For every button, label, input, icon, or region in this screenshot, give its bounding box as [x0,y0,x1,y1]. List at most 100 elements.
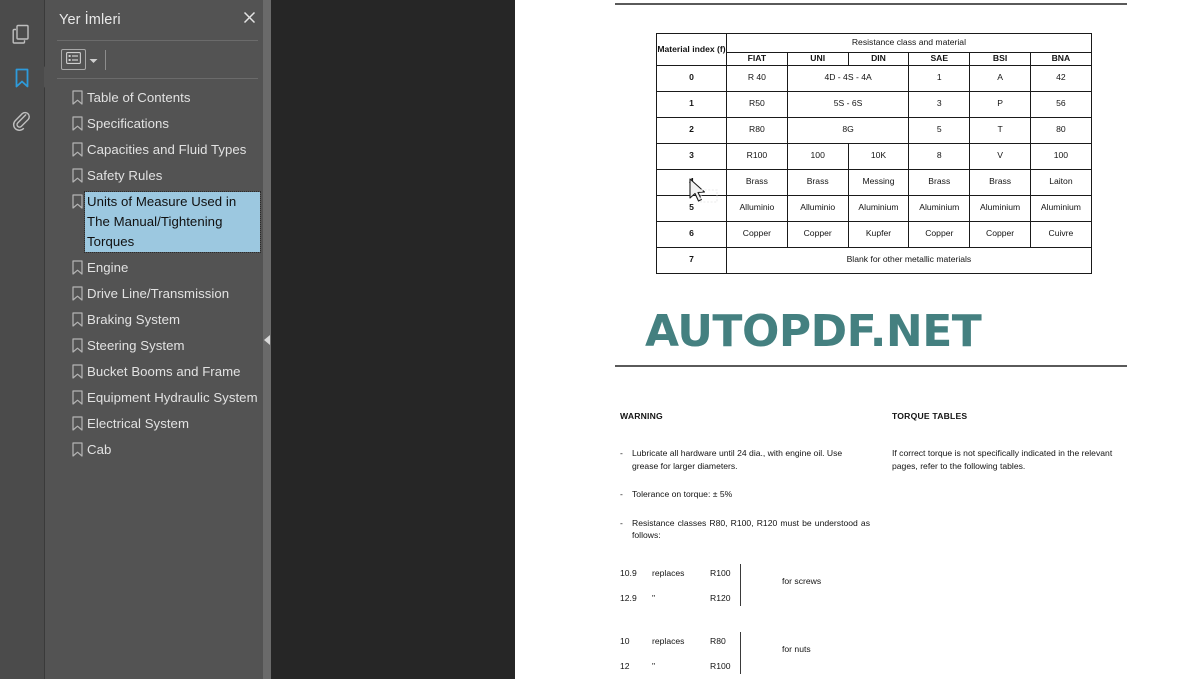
table-cell: Aluminium [969,194,1031,222]
replacement-target: R80 [710,635,726,646]
panel-collapse-handle[interactable] [263,0,271,679]
bookmark-item[interactable]: Steering System [45,333,270,359]
table-row-index: 5 [656,194,727,222]
table-cell: R80 [726,116,788,144]
table-index-header: Material index (f) [656,33,727,66]
bookmark-options-button[interactable] [61,49,86,70]
close-panel-button[interactable] [238,9,260,31]
bookmark-item-label: Safety Rules [87,168,163,183]
table-row-index: 4 [656,168,727,196]
bookmark-item-label: Bucket Booms and Frame [87,364,241,379]
table-cell: Copper [726,220,788,248]
bookmark-item[interactable]: Capacities and Fluid Types [45,137,270,163]
table-cell: 8G [786,116,910,144]
replacement-brace [740,564,741,606]
replacement-row: 12 " R100 [620,653,920,678]
bookmark-item-label: Equipment Hydraulic System [87,390,258,405]
table-row: 0R 40 4D - 4S - 4A 1 A 42 [656,64,1092,92]
bookmarks-panel: Yer İmleri Table of Contents Specificati… [45,0,270,679]
replacement-row: 10 replaces R80 [620,628,920,653]
table-cell: Messing [847,168,910,196]
table-column-header: SAE [908,52,971,66]
replacement-verb: " [652,592,656,603]
bookmark-item[interactable]: Bucket Booms and Frame [45,359,270,385]
watermark: AUTOPDF.NET [645,306,982,357]
table-cell: Kupfer [847,220,910,248]
bookmark-item-label: Table of Contents [87,90,191,105]
torque-heading: TORQUE TABLES [892,411,968,421]
bookmark-item[interactable]: Specifications [45,111,270,137]
list-options-icon [66,51,81,69]
bullet-text: Resistance classes R80, R100, R120 must … [632,517,870,541]
table-cell: Aluminium [847,194,910,222]
torque-tables-section: TORQUE TABLES If correct torque is not s… [892,410,1137,472]
bookmark-item-label: Braking System [87,312,181,327]
bookmark-icon [11,67,33,89]
replacement-verb: " [652,660,656,671]
table-cell: Copper [969,220,1031,248]
replacement-note: for nuts [782,644,811,654]
rail-item-page-thumbnails[interactable] [0,12,45,56]
table-row-index: 3 [656,142,727,170]
bookmark-item[interactable]: Braking System [45,307,270,333]
bookmark-item[interactable]: Engine [45,255,270,281]
bookmark-item-label: Electrical System [87,416,189,431]
table-row-index: 2 [656,116,727,144]
panel-title: Yer İmleri [59,12,121,28]
bookmark-item-icon [67,362,87,379]
table-cell: Aluminium [908,194,971,222]
table-row-index: 6 [656,220,727,248]
warning-heading: WARNING [620,411,663,421]
table-cell: 1 [908,64,971,92]
bookmark-item[interactable]: Electrical System [45,411,270,437]
toolbar-separator [105,49,106,70]
table-cell: P [969,90,1031,118]
table-row: 3 R100 100 10K 8 V 100 [656,142,1092,170]
table-cell: R 40 [726,64,788,92]
table-cell: R100 [726,142,788,170]
bookmark-item-icon [67,114,87,131]
bookmark-options-dropdown[interactable] [86,50,100,70]
table-cell: Brass [908,168,971,196]
navigation-rail [0,0,52,679]
table-cell: T [969,116,1031,144]
bookmark-item[interactable]: Cab [45,437,270,463]
table-row: 2 R80 8G 5 T 80 [656,116,1092,144]
bookmark-item-label: Capacities and Fluid Types [87,142,247,157]
replacement-row: 10.9 replaces R100 [620,560,920,585]
table-header-row-group: Material index (f) Resistance class and m… [656,33,1092,66]
bookmark-item-icon [67,440,87,457]
table-row-index: 7 [656,246,727,274]
replacement-class: 12 [620,660,630,671]
resistance-class-table: Material index (f) Resistance class and m… [656,33,1092,274]
table-cell: 100 [786,142,849,170]
table-cell: Aluminium [1029,194,1092,222]
pdf-reader-window: Yer İmleri Table of Contents Specificati… [0,0,1200,679]
rail-item-attachments[interactable] [0,100,45,144]
table-cell: Copper [786,220,849,248]
warning-section: WARNING - Lubricate all hardware until 24… [620,410,870,558]
close-icon [242,10,257,30]
replacement-class: 10 [620,635,630,646]
table-column-header: UNI [786,52,849,66]
page-header-rule [615,3,1127,5]
document-viewer[interactable]: Material index (f) Resistance class and m… [270,0,1200,679]
caret-left-icon [264,334,270,345]
bookmark-item[interactable]: Units of Measure Used in The Manual/Tigh… [45,189,270,255]
bookmark-item[interactable]: Drive Line/Transmission [45,281,270,307]
table-cell: Alluminio [786,194,849,222]
bookmark-item[interactable]: Equipment Hydraulic System [45,385,270,411]
table-column-header: DIN [847,52,910,66]
page-section-rule [615,365,1127,367]
table-cell: Copper [908,220,971,248]
table-row-index: 0 [656,64,727,92]
bookmark-item[interactable]: Table of Contents [45,85,270,111]
bullet-text: Lubricate all hardware until 24 dia., wi… [632,448,843,471]
replacement-target: R100 [710,567,731,578]
bookmark-item-icon [67,388,87,405]
rail-item-bookmarks[interactable] [0,56,52,100]
bullet-dash: - [620,517,623,528]
replacement-target: R120 [710,592,731,603]
table-cell: Blank for other metallic materials [726,246,1092,274]
bookmark-item[interactable]: Safety Rules [45,163,270,189]
